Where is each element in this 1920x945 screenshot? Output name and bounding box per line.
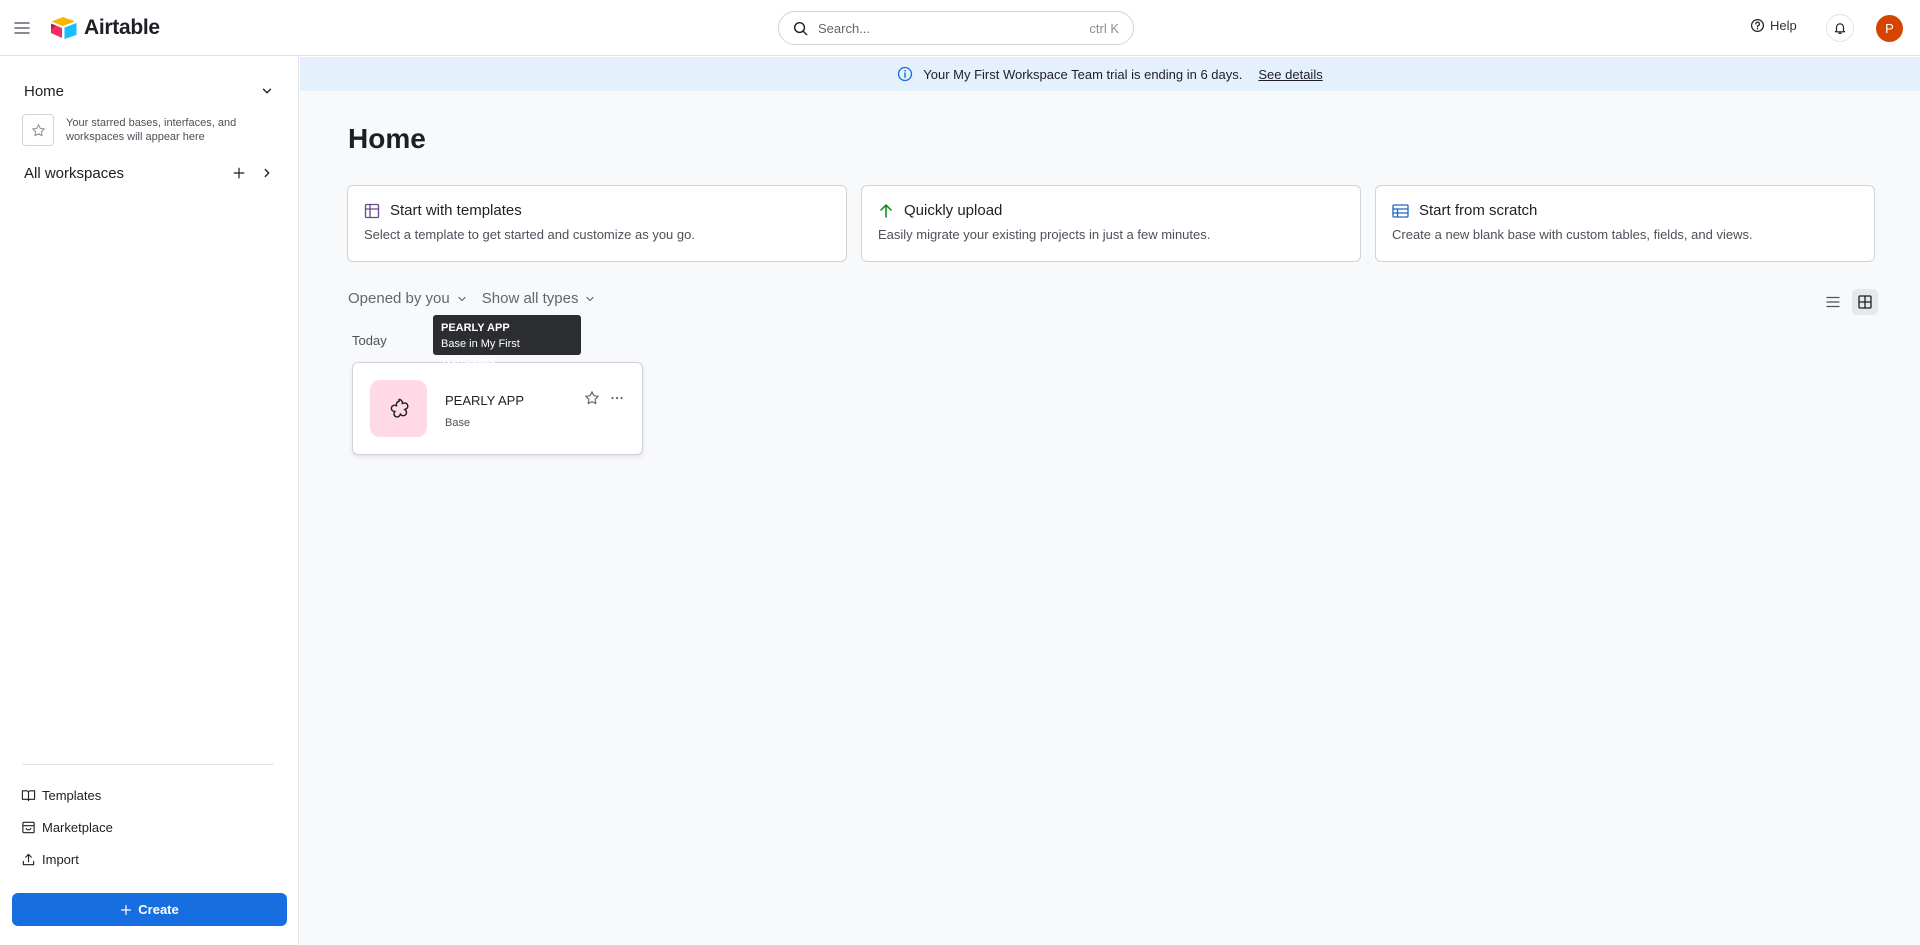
search-bar[interactable]: Search... ctrl K	[778, 11, 1134, 45]
chevron-down-icon	[586, 296, 595, 301]
chevron-down-icon	[458, 296, 466, 301]
sidebar-divider	[22, 764, 274, 765]
starred-empty-text: Your starred bases, interfaces, and work…	[66, 117, 237, 143]
quick-start-cards: Start with templates Select a template t…	[347, 185, 1875, 262]
sidebar-item-import[interactable]: Import	[21, 852, 79, 867]
see-details-link[interactable]: See details	[1258, 67, 1322, 82]
help-circle-icon	[1750, 18, 1765, 33]
airtable-logo[interactable]: Airtable	[50, 16, 160, 40]
start-with-templates-card[interactable]: Start with templates Select a template t…	[347, 185, 847, 262]
plus-icon	[121, 904, 132, 915]
list-icon	[1826, 296, 1840, 308]
base-name: PEARLY APP	[445, 393, 525, 408]
import-label: Import	[42, 852, 79, 867]
opened-by-filter[interactable]: Opened by you	[348, 290, 468, 307]
app-name: Airtable	[84, 16, 160, 39]
airtable-logo-icon	[51, 17, 77, 39]
all-workspaces-label: All workspaces	[24, 164, 125, 182]
type-filter-label: Show all types	[481, 290, 579, 307]
marketplace-label: Marketplace	[42, 820, 113, 835]
grid-icon	[364, 203, 380, 218]
star-icon	[31, 123, 45, 136]
star-placeholder	[22, 114, 54, 146]
notifications-button[interactable]	[1826, 14, 1854, 42]
sidebar-item-marketplace[interactable]: Marketplace	[21, 820, 113, 835]
info-icon	[898, 66, 913, 82]
grid-view-icon	[1858, 295, 1872, 309]
search-shortcut: ctrl K	[1089, 20, 1119, 36]
upload-arrow-icon	[880, 203, 892, 218]
sidebar-item-home[interactable]: Home	[24, 80, 274, 102]
card-description: Easily migrate your existing projects in…	[878, 227, 1211, 242]
list-view-button[interactable]	[1820, 289, 1846, 315]
bell-icon	[1834, 23, 1846, 34]
opened-by-label: Opened by you	[348, 290, 450, 307]
main-content: Your My First Workspace Team trial is en…	[300, 57, 1920, 945]
plus-icon[interactable]	[232, 166, 246, 180]
filters: Opened by you Show all types	[348, 290, 596, 307]
search-placeholder: Search...	[818, 20, 871, 36]
create-button[interactable]: Create	[12, 893, 287, 926]
grid-view-button[interactable]	[1852, 289, 1878, 315]
sidebar-item-all-workspaces[interactable]: All workspaces	[24, 162, 274, 184]
star-base-button[interactable]	[584, 390, 600, 406]
search-icon	[793, 21, 808, 35]
tooltip-title: PEARLY APP	[441, 322, 510, 334]
chevron-down-icon[interactable]	[260, 84, 274, 98]
base-icon	[370, 380, 427, 437]
type-filter[interactable]: Show all types	[482, 290, 597, 307]
menu-icon[interactable]	[14, 18, 30, 38]
create-label: Create	[138, 902, 179, 917]
base-tooltip: PEARLY APP Base in My First Workspace	[433, 315, 581, 366]
trial-banner: Your My First Workspace Team trial is en…	[300, 57, 1920, 91]
flower-icon	[390, 398, 408, 418]
avatar[interactable]: P	[1876, 15, 1903, 42]
base-type: Base	[445, 417, 471, 429]
chevron-right-icon[interactable]	[260, 166, 274, 180]
card-title: Start with templates	[390, 202, 522, 219]
sidebar: Home Your starred bases, interfaces, and…	[0, 56, 299, 945]
start-from-scratch-card[interactable]: Start from scratch Create a new blank ba…	[1375, 185, 1875, 262]
page-title: Home	[348, 123, 426, 154]
card-description: Create a new blank base with custom tabl…	[1392, 227, 1753, 242]
sidebar-item-templates[interactable]: Templates	[21, 788, 101, 803]
card-title: Start from scratch	[1419, 202, 1538, 219]
view-toggle	[1820, 289, 1878, 315]
banner-message: Your My First Workspace Team trial is en…	[923, 66, 1243, 82]
card-description: Select a template to get started and cus…	[364, 227, 695, 242]
more-horizontal-icon	[611, 396, 623, 400]
sidebar-home-label: Home	[24, 82, 65, 100]
quickly-upload-card[interactable]: Quickly upload Easily migrate your exist…	[861, 185, 1361, 262]
book-icon	[21, 790, 36, 802]
card-title: Quickly upload	[904, 202, 1003, 219]
section-label-today: Today	[352, 333, 387, 348]
top-bar: Airtable Search... ctrl K Help P	[0, 0, 1920, 56]
upload-icon	[22, 853, 35, 866]
starred-empty-state: Your starred bases, interfaces, and work…	[22, 114, 262, 146]
templates-label: Templates	[42, 788, 102, 803]
more-options-button[interactable]	[609, 390, 625, 406]
help-button[interactable]: Help	[1750, 18, 1797, 33]
marketplace-icon	[22, 821, 35, 834]
help-label: Help	[1770, 18, 1797, 33]
tooltip-subtitle: Base in My First Workspace	[441, 338, 520, 366]
base-card[interactable]: PEARLY APP Base	[352, 362, 643, 455]
table-icon	[1392, 203, 1409, 218]
star-icon	[585, 391, 599, 405]
